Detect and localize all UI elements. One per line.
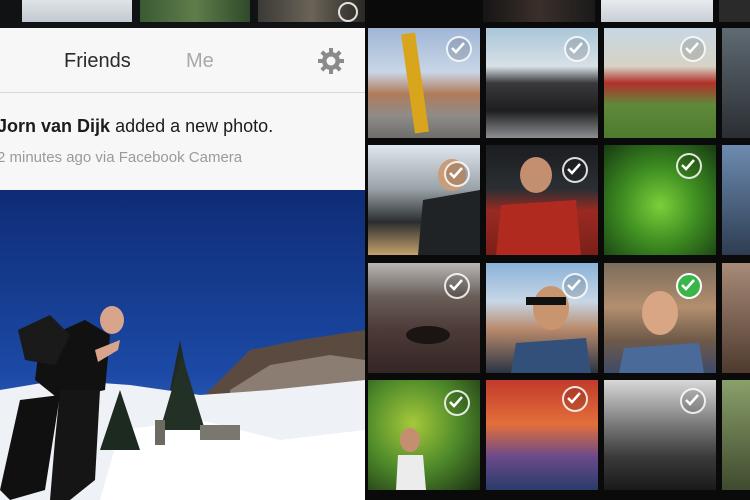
photo-thumbnail[interactable] bbox=[486, 263, 598, 373]
checkmark-icon[interactable] bbox=[562, 273, 588, 299]
tab-me[interactable]: Me bbox=[186, 50, 214, 73]
checkmark-icon[interactable] bbox=[680, 36, 706, 62]
story-meta: 2 minutes ago via Facebook Camera bbox=[0, 149, 243, 166]
thumbnail[interactable] bbox=[601, 0, 713, 22]
photo-thumbnail[interactable] bbox=[486, 380, 598, 490]
checkmark-icon[interactable] bbox=[446, 36, 472, 62]
photo-thumbnail[interactable] bbox=[722, 263, 750, 373]
feed-panel: Friends Me Jorn van Dijk added a new pho… bbox=[0, 28, 365, 190]
photo-thumbnail[interactable] bbox=[604, 380, 716, 490]
thumbnail[interactable] bbox=[719, 0, 750, 22]
checkmark-icon[interactable] bbox=[562, 386, 588, 412]
checkmark-icon[interactable] bbox=[444, 273, 470, 299]
checkmark-icon[interactable] bbox=[676, 153, 702, 179]
photo-thumbnail[interactable] bbox=[604, 263, 716, 373]
tab-bar: Friends Me bbox=[0, 28, 365, 93]
top-thumbnail-strip bbox=[0, 0, 365, 28]
photo-thumbnail[interactable] bbox=[604, 28, 716, 138]
checkmark-icon[interactable] bbox=[444, 161, 470, 187]
checkmark-icon[interactable] bbox=[680, 388, 706, 414]
select-circle-icon[interactable] bbox=[338, 2, 358, 22]
checkmark-icon[interactable] bbox=[562, 157, 588, 183]
checkmark-icon-selected[interactable] bbox=[676, 273, 702, 299]
photo-thumbnail[interactable] bbox=[486, 145, 598, 255]
photo-thumbnail[interactable] bbox=[368, 380, 480, 490]
tab-friends[interactable]: Friends bbox=[64, 50, 131, 73]
photo-thumbnail[interactable] bbox=[368, 28, 480, 138]
photo-thumbnail[interactable] bbox=[486, 28, 598, 138]
gear-icon[interactable] bbox=[316, 46, 346, 76]
photo-thumbnail[interactable] bbox=[722, 380, 750, 490]
photo-thumbnail[interactable] bbox=[604, 145, 716, 255]
camera-roll-grid bbox=[365, 0, 750, 500]
photo-thumbnail[interactable] bbox=[722, 145, 750, 255]
thumbnail[interactable] bbox=[483, 0, 595, 22]
story-author[interactable]: Jorn van Dijk bbox=[0, 116, 110, 136]
story-action: added a new photo. bbox=[115, 116, 274, 136]
story-text: Jorn van Dijk added a new photo. bbox=[0, 116, 273, 137]
photo-thumbnail[interactable] bbox=[368, 145, 480, 255]
photo-thumbnail[interactable] bbox=[368, 263, 480, 373]
photo-thumbnail[interactable] bbox=[722, 28, 750, 138]
thumbnail[interactable] bbox=[22, 0, 132, 22]
feed-photo[interactable] bbox=[0, 190, 365, 500]
checkmark-icon[interactable] bbox=[444, 390, 470, 416]
checkmark-icon[interactable] bbox=[564, 36, 590, 62]
thumbnail[interactable] bbox=[140, 0, 250, 22]
